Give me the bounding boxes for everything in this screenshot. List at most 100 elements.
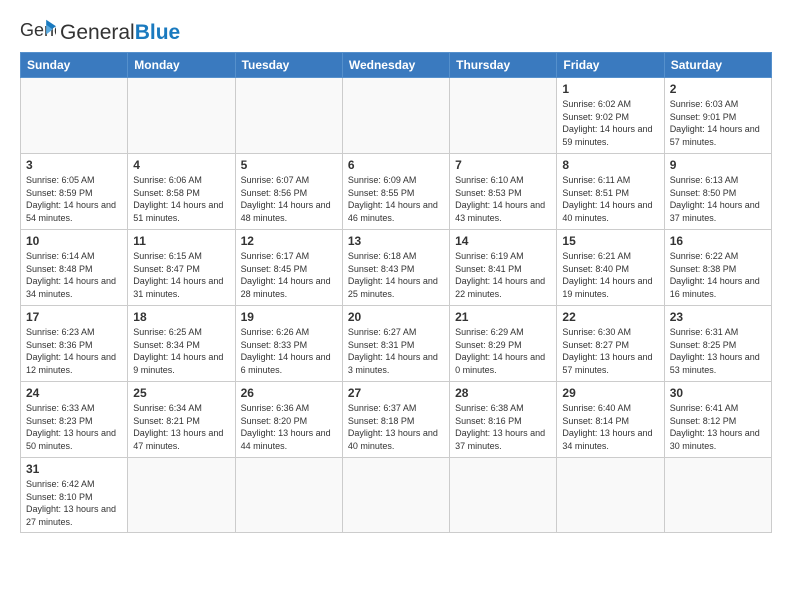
day-number: 1 — [562, 82, 658, 96]
day-cell: 21Sunrise: 6:29 AM Sunset: 8:29 PM Dayli… — [450, 306, 557, 382]
day-info: Sunrise: 6:03 AM Sunset: 9:01 PM Dayligh… — [670, 98, 766, 148]
day-number: 23 — [670, 310, 766, 324]
day-number: 25 — [133, 386, 229, 400]
calendar: SundayMondayTuesdayWednesdayThursdayFrid… — [20, 52, 772, 533]
weekday-wednesday: Wednesday — [342, 53, 449, 78]
weekday-thursday: Thursday — [450, 53, 557, 78]
weekday-header-row: SundayMondayTuesdayWednesdayThursdayFrid… — [21, 53, 772, 78]
day-info: Sunrise: 6:05 AM Sunset: 8:59 PM Dayligh… — [26, 174, 122, 224]
day-info: Sunrise: 6:37 AM Sunset: 8:18 PM Dayligh… — [348, 402, 444, 452]
day-info: Sunrise: 6:10 AM Sunset: 8:53 PM Dayligh… — [455, 174, 551, 224]
day-info: Sunrise: 6:14 AM Sunset: 8:48 PM Dayligh… — [26, 250, 122, 300]
day-info: Sunrise: 6:38 AM Sunset: 8:16 PM Dayligh… — [455, 402, 551, 452]
day-info: Sunrise: 6:17 AM Sunset: 8:45 PM Dayligh… — [241, 250, 337, 300]
day-cell: 17 Sunrise: 6:23 AM Sunset: 8:36 PM Dayli… — [21, 306, 128, 382]
day-cell: 16Sunrise: 6:22 AM Sunset: 8:38 PM Dayli… — [664, 230, 771, 306]
day-cell: 8 Sunrise: 6:11 AM Sunset: 8:51 PM Daylig… — [557, 154, 664, 230]
day-cell: 10 Sunrise: 6:14 AM Sunset: 8:48 PM Dayli… — [21, 230, 128, 306]
day-cell — [557, 458, 664, 533]
day-cell: 11 Sunrise: 6:15 AM Sunset: 8:47 PM Dayli… — [128, 230, 235, 306]
week-row-1: 3 Sunrise: 6:05 AM Sunset: 8:59 PM Daylig… — [21, 154, 772, 230]
day-cell: 31 Sunrise: 6:42 AM Sunset: 8:10 PM Dayli… — [21, 458, 128, 533]
day-number: 31 — [26, 462, 122, 476]
day-cell: 12 Sunrise: 6:17 AM Sunset: 8:45 PM Dayli… — [235, 230, 342, 306]
day-cell: 19Sunrise: 6:26 AM Sunset: 8:33 PM Dayli… — [235, 306, 342, 382]
day-number: 10 — [26, 234, 122, 248]
day-number: 3 — [26, 158, 122, 172]
day-cell: 20 Sunrise: 6:27 AM Sunset: 8:31 PM Dayli… — [342, 306, 449, 382]
day-cell: 30Sunrise: 6:41 AM Sunset: 8:12 PM Dayli… — [664, 382, 771, 458]
day-info: Sunrise: 6:23 AM Sunset: 8:36 PM Dayligh… — [26, 326, 122, 376]
day-cell: 26 Sunrise: 6:36 AM Sunset: 8:20 PM Dayli… — [235, 382, 342, 458]
day-number: 12 — [241, 234, 337, 248]
header: General GeneralBlue — [20, 18, 772, 46]
day-cell: 23 Sunrise: 6:31 AM Sunset: 8:25 PM Dayli… — [664, 306, 771, 382]
page: General GeneralBlue SundayMondayTuesdayW… — [0, 0, 792, 543]
day-number: 16 — [670, 234, 766, 248]
day-cell: 29 Sunrise: 6:40 AM Sunset: 8:14 PM Dayli… — [557, 382, 664, 458]
day-info: Sunrise: 6:41 AM Sunset: 8:12 PM Dayligh… — [670, 402, 766, 452]
day-cell: 3 Sunrise: 6:05 AM Sunset: 8:59 PM Daylig… — [21, 154, 128, 230]
day-info: Sunrise: 6:09 AM Sunset: 8:55 PM Dayligh… — [348, 174, 444, 224]
day-number: 9 — [670, 158, 766, 172]
day-cell: 4Sunrise: 6:06 AM Sunset: 8:58 PM Daylig… — [128, 154, 235, 230]
day-cell: 2 Sunrise: 6:03 AM Sunset: 9:01 PM Daylig… — [664, 78, 771, 154]
day-number: 27 — [348, 386, 444, 400]
day-number: 22 — [562, 310, 658, 324]
weekday-friday: Friday — [557, 53, 664, 78]
day-cell — [235, 458, 342, 533]
day-info: Sunrise: 6:25 AM Sunset: 8:34 PM Dayligh… — [133, 326, 229, 376]
week-row-4: 24 Sunrise: 6:33 AM Sunset: 8:23 PM Dayli… — [21, 382, 772, 458]
day-number: 6 — [348, 158, 444, 172]
day-cell — [235, 78, 342, 154]
day-info: Sunrise: 6:19 AM Sunset: 8:41 PM Dayligh… — [455, 250, 551, 300]
day-info: Sunrise: 6:07 AM Sunset: 8:56 PM Dayligh… — [241, 174, 337, 224]
day-cell: 24 Sunrise: 6:33 AM Sunset: 8:23 PM Dayli… — [21, 382, 128, 458]
day-info: Sunrise: 6:29 AM Sunset: 8:29 PM Dayligh… — [455, 326, 551, 376]
day-number: 26 — [241, 386, 337, 400]
day-info: Sunrise: 6:13 AM Sunset: 8:50 PM Dayligh… — [670, 174, 766, 224]
day-cell: 15Sunrise: 6:21 AM Sunset: 8:40 PM Dayli… — [557, 230, 664, 306]
day-info: Sunrise: 6:34 AM Sunset: 8:21 PM Dayligh… — [133, 402, 229, 452]
day-info: Sunrise: 6:33 AM Sunset: 8:23 PM Dayligh… — [26, 402, 122, 452]
day-cell — [450, 458, 557, 533]
day-number: 24 — [26, 386, 122, 400]
day-number: 20 — [348, 310, 444, 324]
day-cell: 7Sunrise: 6:10 AM Sunset: 8:53 PM Daylig… — [450, 154, 557, 230]
logo: General GeneralBlue — [20, 18, 180, 46]
day-cell: 13Sunrise: 6:18 AM Sunset: 8:43 PM Dayli… — [342, 230, 449, 306]
day-number: 8 — [562, 158, 658, 172]
day-info: Sunrise: 6:26 AM Sunset: 8:33 PM Dayligh… — [241, 326, 337, 376]
day-cell — [128, 458, 235, 533]
day-info: Sunrise: 6:18 AM Sunset: 8:43 PM Dayligh… — [348, 250, 444, 300]
day-cell — [128, 78, 235, 154]
day-number: 11 — [133, 234, 229, 248]
day-number: 28 — [455, 386, 551, 400]
day-info: Sunrise: 6:30 AM Sunset: 8:27 PM Dayligh… — [562, 326, 658, 376]
day-info: Sunrise: 6:11 AM Sunset: 8:51 PM Dayligh… — [562, 174, 658, 224]
weekday-sunday: Sunday — [21, 53, 128, 78]
day-cell — [342, 458, 449, 533]
day-cell: 25 Sunrise: 6:34 AM Sunset: 8:21 PM Dayli… — [128, 382, 235, 458]
day-cell: 27 Sunrise: 6:37 AM Sunset: 8:18 PM Dayli… — [342, 382, 449, 458]
day-cell: 1 Sunrise: 6:02 AM Sunset: 9:02 PM Daylig… — [557, 78, 664, 154]
day-info: Sunrise: 6:15 AM Sunset: 8:47 PM Dayligh… — [133, 250, 229, 300]
day-info: Sunrise: 6:02 AM Sunset: 9:02 PM Dayligh… — [562, 98, 658, 148]
weekday-monday: Monday — [128, 53, 235, 78]
day-number: 29 — [562, 386, 658, 400]
day-cell: 22 Sunrise: 6:30 AM Sunset: 8:27 PM Dayli… — [557, 306, 664, 382]
day-cell — [21, 78, 128, 154]
day-cell: 14Sunrise: 6:19 AM Sunset: 8:41 PM Dayli… — [450, 230, 557, 306]
day-cell — [450, 78, 557, 154]
day-info: Sunrise: 6:42 AM Sunset: 8:10 PM Dayligh… — [26, 478, 122, 528]
day-info: Sunrise: 6:40 AM Sunset: 8:14 PM Dayligh… — [562, 402, 658, 452]
day-number: 17 — [26, 310, 122, 324]
weekday-saturday: Saturday — [664, 53, 771, 78]
weekday-tuesday: Tuesday — [235, 53, 342, 78]
day-number: 4 — [133, 158, 229, 172]
day-cell — [342, 78, 449, 154]
day-info: Sunrise: 6:36 AM Sunset: 8:20 PM Dayligh… — [241, 402, 337, 452]
day-number: 2 — [670, 82, 766, 96]
day-info: Sunrise: 6:31 AM Sunset: 8:25 PM Dayligh… — [670, 326, 766, 376]
day-info: Sunrise: 6:27 AM Sunset: 8:31 PM Dayligh… — [348, 326, 444, 376]
